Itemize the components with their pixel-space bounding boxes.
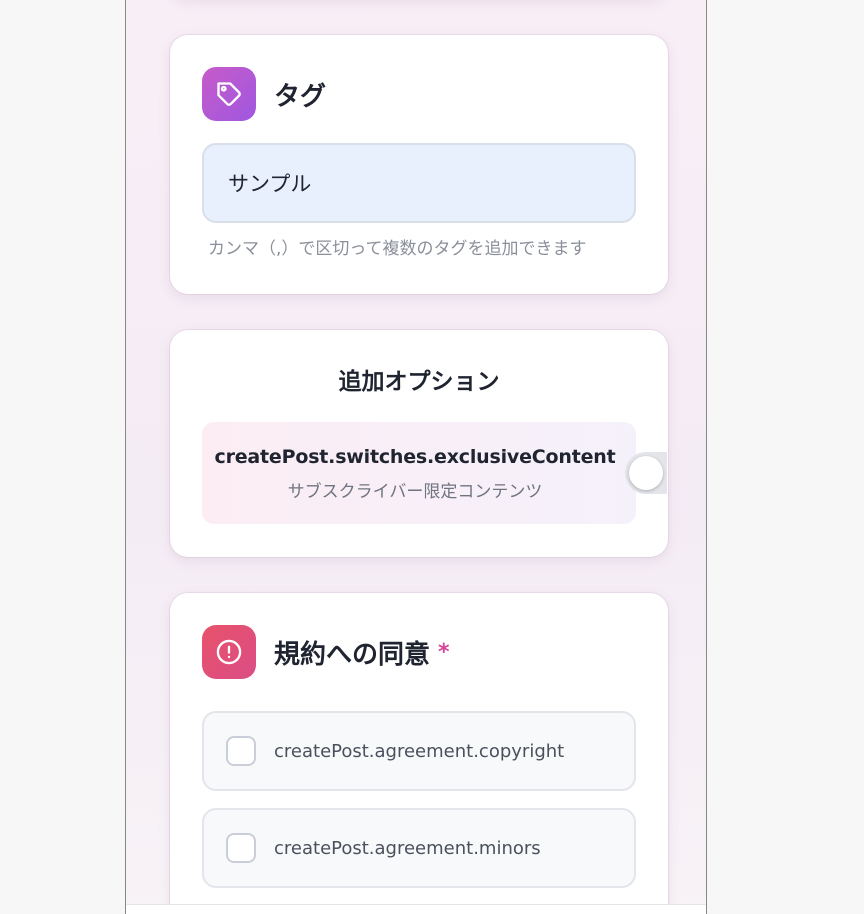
tags-title: タグ <box>274 81 327 112</box>
exclusive-content-description: サブスクライバー限定コンテンツ <box>287 482 543 502</box>
exclusive-content-label: createPost.switches.exclusiveContent <box>214 446 616 468</box>
tags-input[interactable] <box>202 143 636 223</box>
copyright-label: createPost.agreement.copyright <box>274 740 565 762</box>
exclusive-content-toggle[interactable] <box>625 450 667 496</box>
exclusive-content-option: createPost.switches.exclusiveContent サブス… <box>202 422 636 524</box>
bottom-bar <box>126 904 706 914</box>
copyright-checkbox[interactable] <box>226 736 256 766</box>
required-indicator: * <box>438 639 450 665</box>
tags-hint: カンマ（,）で区切って複数のタグを追加できます <box>208 239 587 259</box>
agreement-copyright-row[interactable]: createPost.agreement.copyright <box>202 711 636 791</box>
tags-card-header: タグ <box>202 67 326 121</box>
toggle-knob <box>629 456 663 490</box>
minors-checkbox[interactable] <box>226 833 256 863</box>
agreement-card: 規約への同意 * createPost.agreement.copyright … <box>170 593 668 914</box>
options-card: 追加オプション createPost.switches.exclusiveCon… <box>170 330 668 557</box>
alert-circle-icon <box>202 625 256 679</box>
options-title: 追加オプション <box>338 369 500 395</box>
agreement-card-header: 規約への同意 * <box>202 625 450 679</box>
scroll-viewport: タグ カンマ（,）で区切って複数のタグを追加できます 追加オプション creat… <box>125 0 707 914</box>
agreement-minors-row[interactable]: createPost.agreement.minors <box>202 808 636 888</box>
tags-card: タグ カンマ（,）で区切って複数のタグを追加できます <box>170 35 668 294</box>
agreement-title: 規約への同意 <box>274 639 431 670</box>
minors-label: createPost.agreement.minors <box>274 837 541 859</box>
tag-icon <box>202 67 256 121</box>
